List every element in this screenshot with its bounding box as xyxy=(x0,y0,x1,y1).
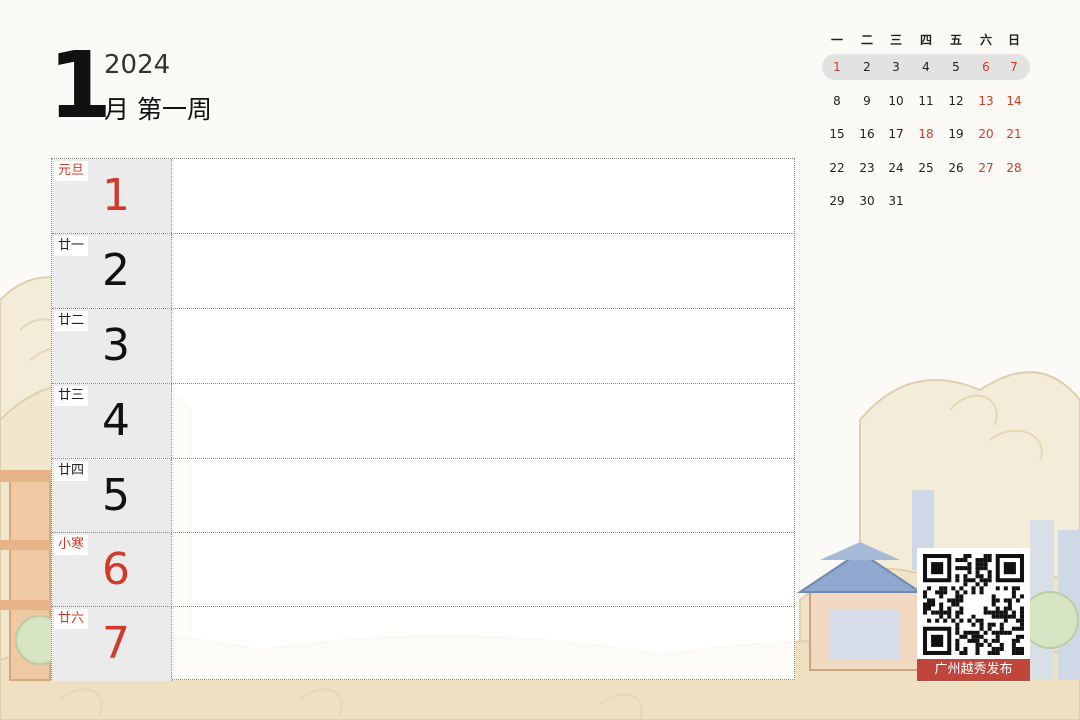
date-cell: 廿一 2 xyxy=(52,234,172,308)
note-area[interactable] xyxy=(173,159,794,233)
calendar-week-row: 1 2 3 4 5 6 7 xyxy=(822,54,1032,80)
lunar-label: 元旦 xyxy=(54,161,89,181)
lunar-label: 廿一 xyxy=(54,236,89,256)
calendar-day: 17 xyxy=(888,127,904,141)
weekday-label: 六 xyxy=(979,33,992,47)
weekday-label: 三 xyxy=(889,33,902,47)
date-cell: 元旦 1 xyxy=(52,159,172,233)
calendar-day: 25 xyxy=(918,160,934,175)
day-number: 5 xyxy=(102,470,130,521)
note-area[interactable] xyxy=(173,459,794,533)
day-row: 廿四 5 xyxy=(52,458,794,533)
day-number: 2 xyxy=(102,245,130,296)
date-cell: 廿四 5 xyxy=(52,459,172,533)
day-row: 廿三 4 xyxy=(52,383,794,458)
calendar-day: 8 xyxy=(833,93,841,108)
calendar-day: 6 xyxy=(982,60,990,74)
week-title: 月 第一周 xyxy=(104,95,212,124)
qr-code xyxy=(923,554,1024,655)
calendar-day: 1 xyxy=(833,60,841,74)
calendar-day: 15 xyxy=(829,127,845,141)
day-number: 3 xyxy=(102,320,130,371)
calendar-day: 30 xyxy=(859,194,875,208)
note-area[interactable] xyxy=(173,533,794,607)
day-row: 廿一 2 xyxy=(52,233,794,308)
day-number: 6 xyxy=(102,544,130,595)
date-cell: 廿三 4 xyxy=(52,384,172,458)
day-number: 4 xyxy=(102,395,130,446)
calendar-day: 2 xyxy=(863,60,871,74)
calendar-day xyxy=(941,188,971,214)
calendar-day: 19 xyxy=(948,127,964,141)
calendar-day: 27 xyxy=(978,160,994,175)
calendar-day xyxy=(911,188,941,214)
calendar-day: 5 xyxy=(952,60,960,74)
year-label: 2024 xyxy=(104,50,171,80)
lunar-label: 小寒 xyxy=(54,535,89,555)
note-area[interactable] xyxy=(173,607,794,681)
calendar-day: 24 xyxy=(888,160,904,175)
calendar-day: 22 xyxy=(829,160,845,175)
calendar-week-row: 29 30 31 xyxy=(822,188,1032,214)
day-row: 元旦 1 xyxy=(52,159,794,233)
date-cell: 小寒 6 xyxy=(52,533,172,607)
calendar-day: 3 xyxy=(892,60,900,74)
qr-code-card: 广州越秀发布 xyxy=(917,548,1030,682)
month-number: 1 xyxy=(48,32,113,139)
calendar-day xyxy=(971,188,1001,214)
calendar-day: 14 xyxy=(1006,93,1022,108)
calendar-week-row: 22 23 24 25 26 27 28 xyxy=(822,155,1032,181)
lunar-label: 廿三 xyxy=(54,386,89,406)
day-row: 廿二 3 xyxy=(52,308,794,383)
calendar-day: 12 xyxy=(948,93,964,108)
calendar-day: 13 xyxy=(978,93,994,108)
calendar-day: 20 xyxy=(978,127,994,141)
weekday-label: 五 xyxy=(949,33,962,47)
lunar-label: 廿六 xyxy=(54,609,89,629)
calendar-day: 26 xyxy=(948,160,964,175)
calendar-week-row: 15 16 17 18 19 20 21 xyxy=(822,121,1032,147)
calendar-day: 31 xyxy=(888,194,904,208)
day-row: 小寒 6 xyxy=(52,532,794,607)
weekly-planner: 元旦 1 廿一 2 廿二 3 廿三 4 廿四 5 小寒 6 廿六 7 xyxy=(51,158,795,681)
calendar-week-row: 8 9 10 11 12 13 14 xyxy=(822,88,1032,114)
note-area[interactable] xyxy=(173,384,794,458)
weekday-header: 一 二 三 四 五 六 日 xyxy=(822,27,1032,53)
date-cell: 廿六 7 xyxy=(52,607,172,681)
note-area[interactable] xyxy=(173,309,794,383)
calendar-day: 18 xyxy=(918,127,934,141)
calendar-day: 29 xyxy=(829,194,845,208)
note-area[interactable] xyxy=(173,234,794,308)
date-cell: 廿二 3 xyxy=(52,309,172,383)
weekday-label: 二 xyxy=(860,33,873,47)
calendar-day: 23 xyxy=(859,160,875,175)
calendar-day: 21 xyxy=(1006,127,1022,141)
calendar-day: 4 xyxy=(922,60,930,74)
calendar-day: 11 xyxy=(918,93,934,108)
lunar-label: 廿二 xyxy=(54,311,89,331)
calendar-day xyxy=(999,188,1029,214)
calendar-day: 28 xyxy=(1006,160,1022,175)
weekday-label: 一 xyxy=(830,33,843,47)
weekday-label: 四 xyxy=(919,33,932,47)
qr-caption: 广州越秀发布 xyxy=(917,659,1030,681)
day-number: 7 xyxy=(102,618,130,669)
calendar-day: 10 xyxy=(888,93,904,108)
day-row: 廿六 7 xyxy=(52,606,794,681)
calendar-day: 9 xyxy=(863,93,871,108)
weekday-label: 日 xyxy=(1007,33,1020,47)
calendar-day: 7 xyxy=(1010,60,1018,74)
calendar-day: 16 xyxy=(859,127,875,141)
lunar-label: 廿四 xyxy=(54,461,89,481)
day-number: 1 xyxy=(102,170,130,221)
